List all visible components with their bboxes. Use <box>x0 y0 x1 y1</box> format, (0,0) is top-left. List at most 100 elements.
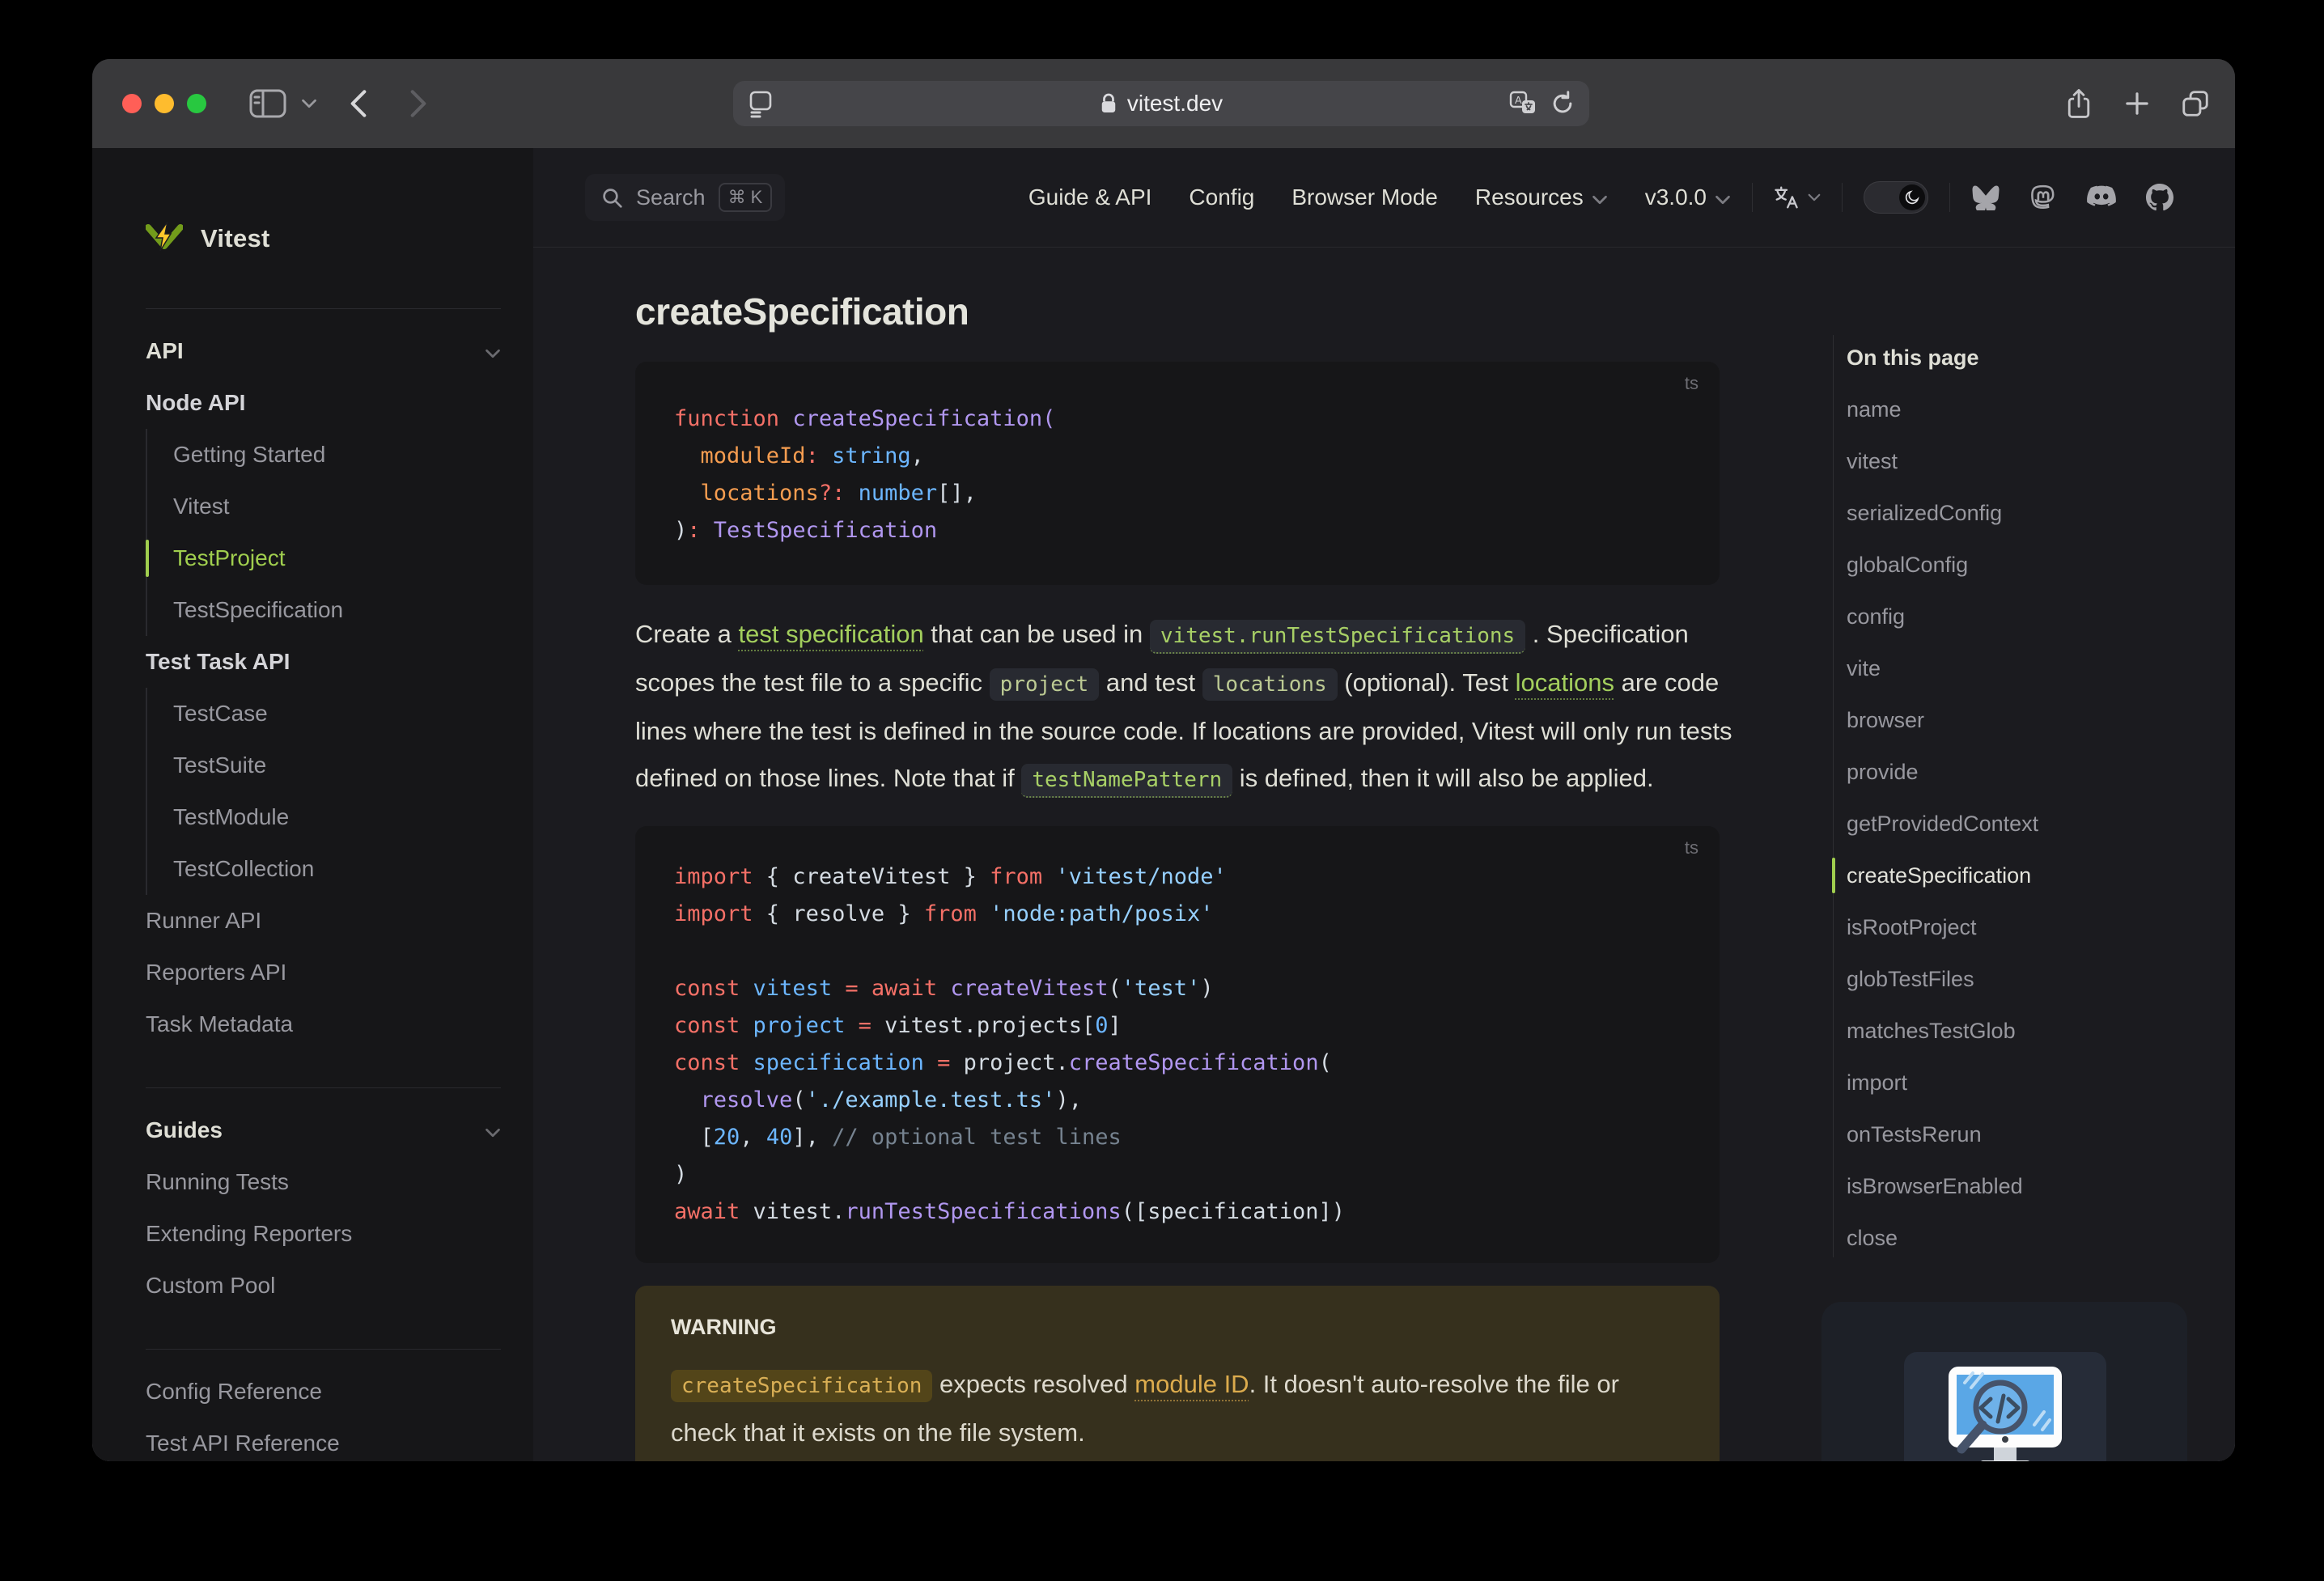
sidebar-group-api[interactable]: API <box>146 325 501 377</box>
sidebar-item-vitest[interactable]: Vitest <box>173 481 501 532</box>
discord-icon[interactable] <box>2086 185 2117 210</box>
zoom-window-button[interactable] <box>187 94 206 113</box>
code-token: string <box>832 443 911 468</box>
sidebar-item-testsuite[interactable]: TestSuite <box>173 740 501 791</box>
language-menu[interactable] <box>1774 185 1821 210</box>
text-span: is defined, then it will also be applied… <box>1232 764 1654 792</box>
sidebar-item-running-tests[interactable]: Running Tests <box>146 1156 501 1208</box>
forward-button[interactable] <box>409 90 427 117</box>
aside-item-vitest[interactable]: vitest <box>1847 435 2197 487</box>
code-token: ) <box>674 1162 688 1187</box>
sidebar-section-node-api[interactable]: Node API <box>146 377 501 429</box>
close-window-button[interactable] <box>122 94 142 113</box>
aside-item-vite[interactable]: vite <box>1847 642 2197 694</box>
vitest-logo[interactable]: Vitest <box>146 169 501 308</box>
page-title: createSpecification <box>635 290 969 333</box>
aside-item-isrootproject[interactable]: isRootProject <box>1847 901 2197 953</box>
minimize-window-button[interactable] <box>155 94 174 113</box>
translate-icon[interactable]: A <box>1508 91 1537 117</box>
sidebar-toggle-icon[interactable] <box>249 87 286 120</box>
back-button[interactable] <box>350 90 367 117</box>
carbon-ad[interactable] <box>1821 1302 2187 1461</box>
sidebar-item-task-metadata[interactable]: Task Metadata <box>146 998 501 1050</box>
sidebar-chevron-icon[interactable] <box>301 99 317 108</box>
inline-code-link[interactable]: testNamePattern <box>1021 764 1233 798</box>
aside-item-isbrowserenabled[interactable]: isBrowserEnabled <box>1847 1160 2197 1212</box>
bluesky-icon[interactable] <box>1971 184 2000 210</box>
new-tab-icon[interactable] <box>2123 90 2151 117</box>
aside-item-import[interactable]: import <box>1847 1057 2197 1108</box>
sidebar-item-testcase[interactable]: TestCase <box>173 688 501 740</box>
dark-mode-toggle[interactable] <box>1864 181 1928 214</box>
aside-item-createspecification[interactable]: createSpecification <box>1832 850 2197 901</box>
sidebar-item-custom-pool[interactable]: Custom Pool <box>146 1260 501 1312</box>
code-token: ) <box>674 518 688 543</box>
svg-text:A: A <box>1515 94 1522 106</box>
sidebar-item-testmodule[interactable]: TestModule <box>173 791 501 843</box>
share-icon[interactable] <box>2065 87 2093 120</box>
carbon-ad-image <box>1904 1352 2106 1461</box>
code-token: vitest <box>753 976 833 1001</box>
doc-link[interactable]: module ID <box>1134 1370 1249 1398</box>
code-token: runTestSpecifications <box>845 1199 1122 1224</box>
nav-link-browser-mode[interactable]: Browser Mode <box>1291 184 1438 210</box>
tab-overview-icon[interactable] <box>2180 88 2211 119</box>
sidebar-item-testcollection[interactable]: TestCollection <box>173 843 501 895</box>
code-line: const project = vitest.projects[0] <box>674 1007 1681 1045</box>
code-token: 'vitest/node' <box>1055 864 1227 889</box>
aside-item-globalconfig[interactable]: globalConfig <box>1847 539 2197 591</box>
github-icon[interactable] <box>2146 184 2173 211</box>
aside-item-ontestsrerun[interactable]: onTestsRerun <box>1847 1108 2197 1160</box>
mastodon-icon[interactable] <box>2029 184 2057 211</box>
aside-item-matchestestglob[interactable]: matchesTestGlob <box>1847 1005 2197 1057</box>
sidebar-item-reporters-api[interactable]: Reporters API <box>146 947 501 998</box>
navbar: Search ⌘ K Guide & API Config Browser Mode… <box>533 148 2235 248</box>
code-token: createVitest <box>950 976 1109 1001</box>
chevron-down-icon <box>486 349 500 358</box>
doc-scroll-area[interactable]: createSpecification ts function createSp… <box>533 248 2235 1461</box>
doc-link[interactable]: locations <box>1516 668 1614 697</box>
sidebar-item-extending-reporters[interactable]: Extending Reporters <box>146 1208 501 1260</box>
sidebar-item-getting-started[interactable]: Getting Started <box>173 429 501 481</box>
aside-item-close[interactable]: close <box>1847 1212 2197 1264</box>
sidebar-indent-group: Getting Started Vitest TestProject TestSpec… <box>146 429 501 636</box>
search-button[interactable]: Search ⌘ K <box>585 174 786 221</box>
text-span: expects resolved <box>932 1370 1135 1398</box>
nav-link-v3-0-0[interactable]: v3.0.0 <box>1645 184 1731 210</box>
reload-icon[interactable] <box>1550 91 1575 117</box>
reader-icon[interactable] <box>748 89 774 118</box>
doc-link[interactable]: test specification <box>739 620 924 648</box>
sidebar-divider <box>146 1087 501 1088</box>
inline-code: project <box>989 668 1100 701</box>
sidebar-item-runner-api[interactable]: Runner API <box>146 895 501 947</box>
nav-link-guide-api[interactable]: Guide & API <box>1028 184 1152 210</box>
aside-item-browser[interactable]: browser <box>1847 694 2197 746</box>
aside-item-provide[interactable]: provide <box>1847 746 2197 798</box>
sidebar-item-testproject[interactable]: TestProject <box>146 532 501 584</box>
aside-item-config[interactable]: config <box>1847 591 2197 642</box>
sidebar-item-test-api-reference[interactable]: Test API Reference <box>146 1418 501 1461</box>
nav-link-resources[interactable]: Resources <box>1475 184 1608 210</box>
code-line: function createSpecification( <box>674 401 1681 438</box>
code-token: function <box>674 406 780 431</box>
sidebar-section-test-task-api[interactable]: Test Task API <box>146 636 501 688</box>
sidebar-item-testspecification[interactable]: TestSpecification <box>173 584 501 636</box>
code-token: 20 <box>713 1125 740 1150</box>
inline-code-link[interactable]: vitest.runTestSpecifications <box>1149 620 1526 654</box>
aside-item-name[interactable]: name <box>1847 384 2197 435</box>
aside-item-getprovidedcontext[interactable]: getProvidedContext <box>1847 798 2197 850</box>
code-line: [20, 40], // optional test lines <box>674 1119 1681 1156</box>
sidebar-item-config-reference[interactable]: Config Reference <box>146 1366 501 1418</box>
nav-link-config[interactable]: Config <box>1189 184 1254 210</box>
chevron-down-icon <box>1808 193 1821 201</box>
aside-item-globtestfiles[interactable]: globTestFiles <box>1847 953 2197 1005</box>
sidebar-group-guides[interactable]: Guides <box>146 1104 501 1156</box>
aside-item-serializedconfig[interactable]: serializedConfig <box>1847 487 2197 539</box>
address-bar[interactable]: vitest.dev A <box>733 81 1589 126</box>
